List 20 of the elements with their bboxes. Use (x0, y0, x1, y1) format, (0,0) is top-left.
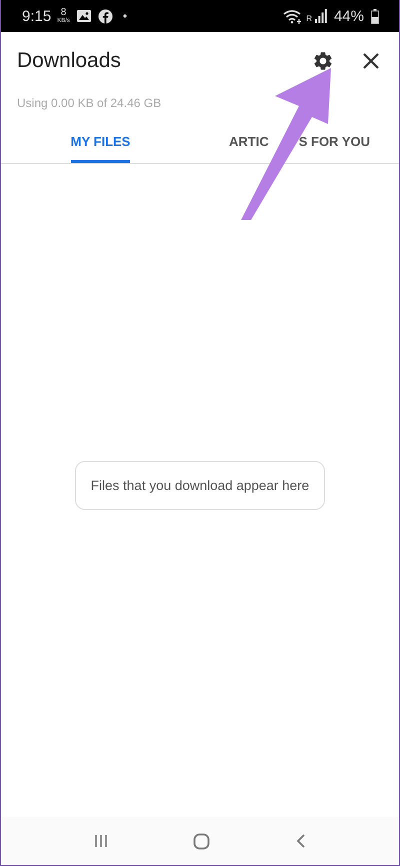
page-title: Downloads (17, 49, 121, 73)
empty-state-message: Files that you download appear here (74, 461, 326, 510)
recent-apps-icon[interactable] (93, 833, 110, 849)
back-icon[interactable] (294, 833, 307, 849)
wifi-icon (283, 8, 304, 24)
image-icon (76, 9, 92, 23)
tab[interactable]: ARTIC S FOR YOU (229, 128, 370, 163)
clock-time: 9:15 (22, 8, 52, 24)
signal-icon (314, 9, 327, 23)
tab[interactable]: MY FILES (70, 128, 130, 163)
storage-usage: Using 0.00 KB of 24.46 GB (16, 95, 162, 110)
close-icon[interactable] (362, 52, 380, 70)
home-icon[interactable] (193, 832, 210, 850)
settings-icon[interactable] (312, 50, 334, 72)
speed-value: 8 (60, 8, 66, 18)
battery-icon (371, 8, 379, 24)
network-type: R (306, 14, 312, 22)
notification-dot: • (122, 9, 128, 23)
social-app-icon (98, 8, 113, 24)
battery-percent: 44% (334, 8, 364, 24)
